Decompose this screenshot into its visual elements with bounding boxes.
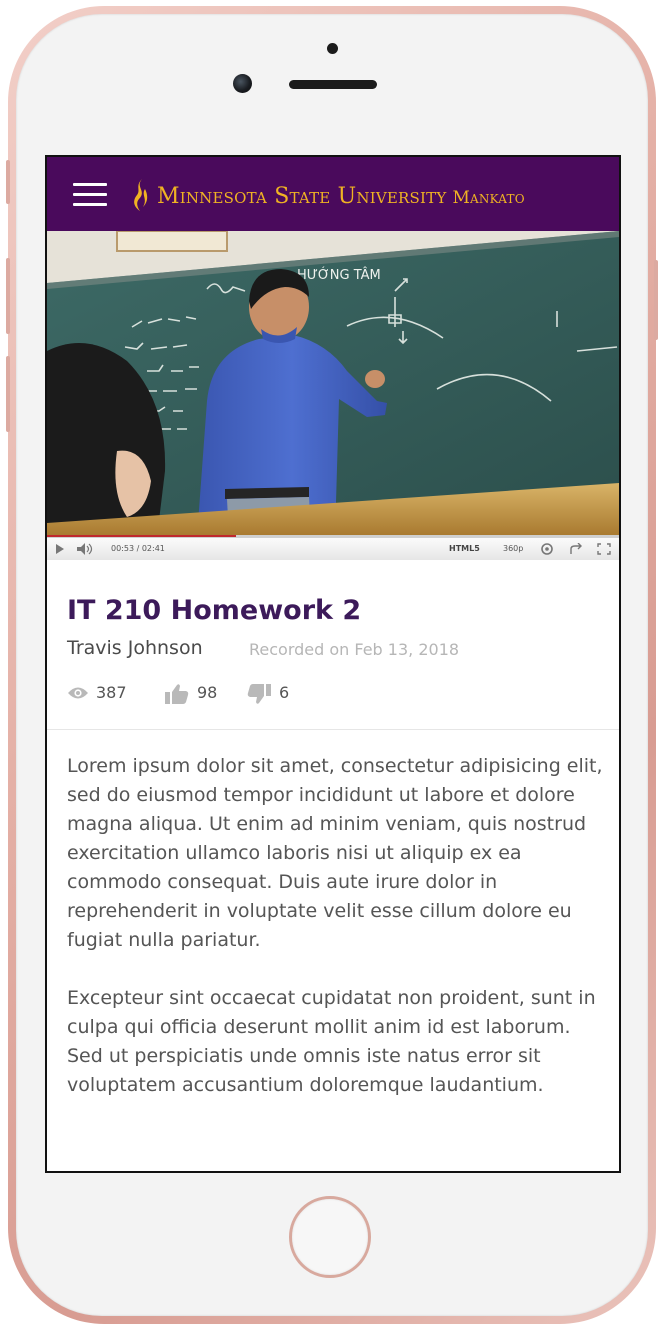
share-icon[interactable] — [569, 543, 583, 555]
logo-sub-text: Mankato — [452, 188, 525, 208]
earpiece-speaker — [289, 80, 377, 89]
video-description: Lorem ipsum dolor sit amet, consectetur … — [67, 752, 607, 1129]
views-count: 387 — [96, 683, 127, 702]
power-button — [654, 260, 658, 340]
logo-main-text: Minnesota State University — [157, 184, 447, 209]
html5-badge: HTML5 — [449, 544, 480, 553]
thumbs-up-icon[interactable] — [165, 683, 189, 705]
quality-selector[interactable]: 360p — [503, 544, 523, 553]
description-paragraph-1: Lorem ipsum dolor sit amet, consectetur … — [67, 755, 603, 951]
hamburger-menu-icon[interactable] — [73, 183, 107, 207]
author-name[interactable]: Travis Johnson — [67, 637, 203, 659]
thumbs-down-icon[interactable] — [247, 683, 271, 705]
video-title: IT 210 Homework 2 — [67, 595, 362, 626]
volume-down-button — [6, 356, 10, 432]
university-flame-icon — [134, 179, 148, 211]
time-display: 00:53 / 02:41 — [111, 544, 165, 553]
play-icon[interactable] — [55, 544, 65, 554]
app-header: Minnesota State University Mankato — [47, 157, 619, 231]
section-divider — [47, 729, 619, 730]
volume-up-button — [6, 258, 10, 334]
description-paragraph-2: Excepteur sint occaecat cupidatat non pr… — [67, 987, 596, 1096]
video-frame-image: HƯỚNG TÂM — [47, 231, 619, 537]
mute-switch — [6, 160, 10, 204]
volume-icon[interactable] — [77, 543, 93, 555]
app-screen: Minnesota State University Mankato HƯỚNG… — [45, 155, 621, 1173]
dislikes-count: 6 — [279, 683, 290, 702]
university-logo[interactable]: Minnesota State University Mankato — [157, 184, 525, 210]
likes-count: 98 — [197, 683, 218, 702]
board-heading-text: HƯỚNG TÂM — [297, 267, 381, 283]
settings-icon[interactable] — [541, 543, 553, 555]
video-controls-bar: 00:53 / 02:41 HTML5 360p — [47, 537, 619, 560]
front-camera — [233, 74, 252, 93]
home-button[interactable] — [289, 1196, 371, 1278]
eye-icon — [68, 687, 88, 699]
video-player[interactable]: HƯỚNG TÂM — [47, 231, 619, 537]
recorded-date: Recorded on Feb 13, 2018 — [249, 640, 460, 659]
proximity-sensor — [327, 43, 338, 54]
fullscreen-icon[interactable] — [597, 543, 611, 555]
